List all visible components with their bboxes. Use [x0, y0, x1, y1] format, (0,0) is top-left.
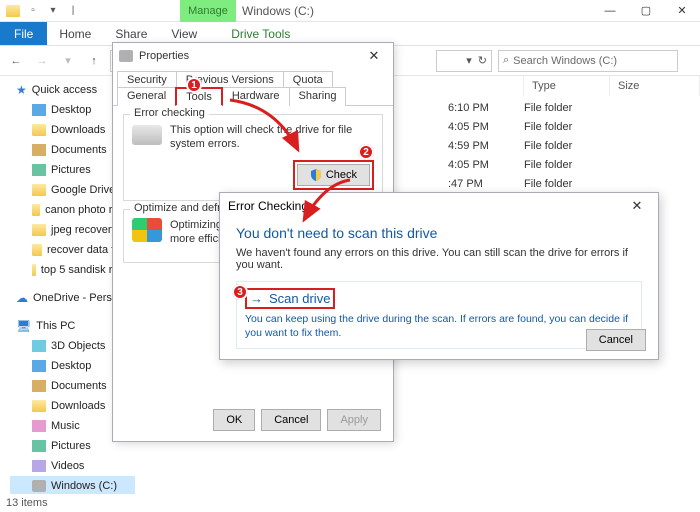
desktop-icon	[32, 104, 46, 116]
check-button[interactable]: Check	[297, 164, 370, 186]
folder-icon	[4, 2, 22, 20]
address-bar-right[interactable]: ▾ ↻	[436, 50, 492, 72]
search-icon: ⌕	[503, 54, 509, 67]
pictures-icon	[32, 440, 46, 452]
forward-button[interactable]: →	[32, 51, 52, 71]
documents-icon	[32, 380, 46, 392]
drive-check-icon	[132, 125, 162, 145]
star-icon: ★	[16, 83, 27, 97]
properties-title: Properties	[139, 50, 189, 62]
error-checking-titlebar[interactable]: Error Checking ✕	[220, 193, 658, 219]
folder-icon	[32, 224, 46, 236]
folder-icon	[32, 244, 42, 256]
recent-chevron-icon[interactable]: ▾	[58, 51, 78, 71]
close-icon[interactable]: ✕	[624, 198, 650, 214]
error-checking-title: Error Checking	[228, 199, 308, 213]
apply-button[interactable]: Apply	[327, 409, 381, 431]
folder-icon	[32, 124, 46, 136]
folder-icon	[32, 264, 36, 276]
videos-icon	[32, 460, 46, 472]
defrag-icon	[132, 218, 162, 242]
tab-security[interactable]: Security	[117, 71, 177, 88]
properties-tabs: Security Previous Versions Quota General…	[113, 69, 393, 106]
tree-windows-c[interactable]: Windows (C:)	[10, 476, 135, 494]
props-icon[interactable]: ▫	[24, 2, 42, 20]
pc-icon: 🖥	[16, 319, 31, 333]
qat-divider: |	[64, 2, 82, 20]
status-bar: 13 items	[0, 494, 48, 512]
close-icon[interactable]: ✕	[361, 48, 387, 64]
back-button[interactable]: ←	[6, 51, 26, 71]
tab-quota[interactable]: Quota	[283, 71, 333, 88]
contextual-tab-manage[interactable]: Manage	[180, 0, 236, 22]
arrow-right-icon: →	[250, 291, 263, 306]
tree-videos[interactable]: Videos	[10, 456, 135, 476]
error-checking-message: We haven't found any errors on this driv…	[236, 247, 642, 271]
ok-button[interactable]: OK	[213, 409, 255, 431]
scan-highlight: → Scan drive	[245, 288, 335, 309]
window-titlebar: ▫ ▾ | Manage Windows (C:) ― ▢ ✕	[0, 0, 700, 22]
tab-home[interactable]: Home	[47, 22, 103, 45]
list-header[interactable]: Type Size	[448, 76, 700, 96]
onedrive-icon: ☁	[16, 291, 28, 305]
list-item[interactable]: :47 PMFile folder	[448, 174, 700, 193]
error-checking-footer: Cancel	[586, 329, 646, 351]
tab-general[interactable]: General	[117, 87, 176, 106]
tab-sharing[interactable]: Sharing	[289, 87, 347, 106]
qat-chevron-icon[interactable]: ▾	[44, 2, 62, 20]
quick-access-toolbar: ▫ ▾ |	[4, 2, 82, 20]
properties-titlebar[interactable]: Properties ✕	[113, 43, 393, 69]
scan-option[interactable]: → Scan drive You can keep using the driv…	[236, 281, 642, 349]
scan-description: You can keep using the drive during the …	[245, 313, 633, 340]
list-item[interactable]: 4:05 PMFile folder	[448, 155, 700, 174]
group-title: Error checking	[130, 107, 209, 119]
list-item[interactable]: 6:10 PMFile folder	[448, 98, 700, 117]
drive-icon	[119, 50, 133, 62]
window-controls: ― ▢ ✕	[592, 0, 700, 22]
check-highlight: Check	[293, 160, 374, 190]
tab-file[interactable]: File	[0, 22, 47, 45]
3d-icon	[32, 340, 46, 352]
scan-drive-link[interactable]: → Scan drive	[250, 291, 330, 306]
list-item[interactable]: 4:59 PMFile folder	[448, 136, 700, 155]
col-date[interactable]	[448, 76, 524, 96]
search-placeholder: Search Windows (C:)	[513, 55, 617, 67]
pictures-icon	[32, 164, 46, 176]
cancel-button[interactable]: Cancel	[586, 329, 646, 351]
col-size[interactable]: Size	[610, 76, 700, 96]
up-button[interactable]: ↑	[84, 51, 104, 71]
close-button[interactable]: ✕	[664, 0, 700, 22]
error-checking-text: This option will check the drive for fil…	[170, 123, 374, 152]
error-checking-group: Error checking This option will check th…	[123, 114, 383, 201]
window-title: Windows (C:)	[242, 4, 314, 18]
annotation-marker-1: 1	[186, 77, 202, 93]
annotation-marker-2: 2	[358, 144, 374, 160]
folder-icon	[32, 400, 46, 412]
properties-footer: OK Cancel Apply	[213, 409, 381, 431]
list-item[interactable]: 4:05 PMFile folder	[448, 117, 700, 136]
annotation-marker-3: 3	[232, 284, 248, 300]
documents-icon	[32, 144, 46, 156]
error-checking-dialog: Error Checking ✕ You don't need to scan …	[219, 192, 659, 360]
error-checking-heading: You don't need to scan this drive	[236, 225, 642, 241]
drive-icon	[32, 480, 46, 492]
tab-hardware[interactable]: Hardware	[222, 87, 290, 106]
folder-icon	[32, 184, 46, 196]
folder-icon	[32, 204, 40, 216]
music-icon	[32, 420, 46, 432]
col-type[interactable]: Type	[524, 76, 610, 96]
minimize-button[interactable]: ―	[592, 0, 628, 22]
desktop-icon	[32, 360, 46, 372]
maximize-button[interactable]: ▢	[628, 0, 664, 22]
search-input[interactable]: ⌕ Search Windows (C:)	[498, 50, 678, 72]
cancel-button[interactable]: Cancel	[261, 409, 321, 431]
shield-icon	[310, 169, 322, 181]
